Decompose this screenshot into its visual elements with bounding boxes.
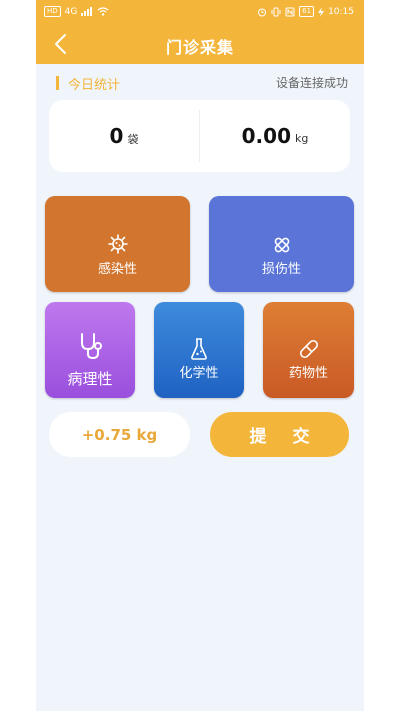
- category-label: 损伤性: [261, 262, 301, 277]
- network-label: 4G: [64, 6, 78, 17]
- device-status: 设备连接成功: [275, 76, 348, 90]
- total-weight-unit: kg: [295, 132, 309, 145]
- alarm-icon: [258, 8, 267, 16]
- stats-title: 今日统计: [68, 78, 121, 93]
- virus-icon: [107, 234, 128, 254]
- category-infectious[interactable]: 感染性: [45, 196, 190, 292]
- category-label: 药物性: [288, 366, 328, 381]
- bag-count-unit: 袋: [127, 132, 139, 146]
- bandage-icon: [274, 237, 289, 253]
- signal-icon: [81, 7, 93, 16]
- carrier-label: HD: [44, 6, 61, 17]
- total-weight-value: 0.00: [241, 124, 291, 148]
- weight-readout: +0.75 kg: [49, 412, 190, 457]
- pill-icon: [299, 339, 318, 359]
- stats-header: 今日统计 设备连接成功: [56, 74, 348, 93]
- flask-icon: [191, 338, 207, 360]
- vibrate-icon: [271, 7, 281, 16]
- clock: 10:15: [328, 6, 354, 17]
- total-weight: 0.00 kg: [200, 100, 350, 172]
- charging-icon: [318, 6, 325, 17]
- page-title: 门诊采集: [165, 38, 234, 57]
- section-accent-bar: [56, 76, 59, 90]
- bag-count-value: 0: [109, 124, 124, 148]
- phone-screen: HD 4G 61 10:15 门诊采集 今日统计 设备连接成功 0 袋 0.00…: [36, 0, 364, 711]
- status-bar: HD 4G 61 10:15: [36, 0, 364, 24]
- app-header: HD 4G 61 10:15 门诊采集: [36, 0, 364, 64]
- battery-indicator: 61: [299, 6, 315, 17]
- category-label: 病理性: [67, 370, 113, 388]
- bag-count: 0 袋: [49, 100, 199, 172]
- stats-card: 0 袋 0.00 kg: [49, 100, 350, 172]
- category-label: 感染性: [97, 262, 137, 277]
- wifi-icon: [97, 7, 109, 16]
- nfc-icon: [285, 7, 295, 16]
- category-pharmaceutical[interactable]: 药物性: [263, 302, 354, 398]
- category-injury[interactable]: 损伤性: [209, 196, 354, 292]
- category-chemical[interactable]: 化学性: [154, 302, 244, 398]
- nav-bar: 门诊采集: [36, 24, 364, 64]
- category-pathological[interactable]: 病理性: [45, 302, 135, 398]
- submit-button[interactable]: 提 交: [210, 412, 349, 457]
- category-label: 化学性: [179, 366, 219, 381]
- stethoscope-icon: [81, 333, 102, 360]
